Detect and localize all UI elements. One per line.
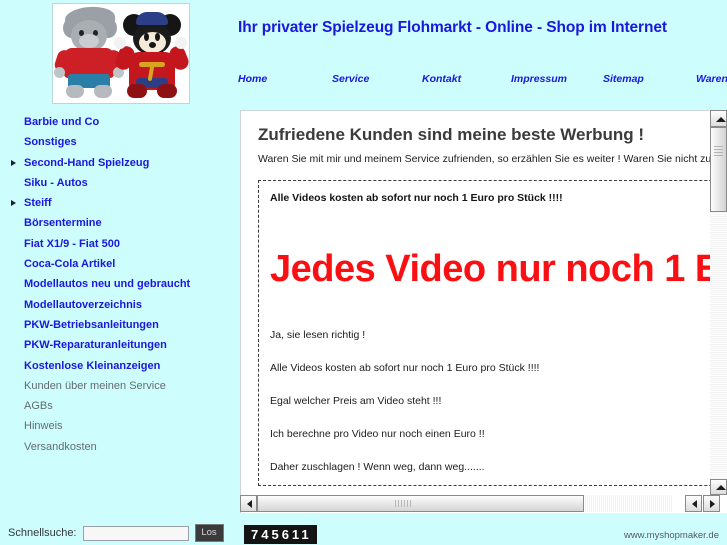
sidebar-item-label: Kunden über meinen Service [24, 379, 166, 392]
sidebar-item-label: Kostenlose Kleinanzeigen [24, 359, 161, 372]
plush-toys-photo [53, 4, 189, 103]
sidebar-item-kostenlose-kleinanzeigen[interactable]: Kostenlose Kleinanzeigen [0, 356, 236, 376]
sidebar-item-label: Hinweis [24, 420, 63, 433]
chevron-left-icon-secondary [692, 500, 697, 508]
promo-line: Alle Videos kosten ab sofort nur noch 1 … [270, 362, 540, 374]
top-navigation: Home Service Kontakt Impressum Sitemap Warenk… [238, 73, 727, 91]
chevron-left-icon [247, 500, 252, 508]
page-header: Ihr privater Spielzeug Flohmarkt - Onlin… [0, 0, 727, 106]
sidebar-item-label: Modellautos neu und gebraucht [24, 278, 191, 291]
sidebar-item-label: AGBs [24, 400, 53, 413]
topnav-item-warenkorb[interactable]: Warenkorb [696, 73, 727, 85]
sidebar-navigation: Barbie und Co Sonstiges Second-Hand Spielz… [0, 112, 236, 512]
sidebar-item-barbie-und-co[interactable]: Barbie und Co [0, 112, 236, 132]
promo-line: Egal welcher Preis am Video steht !!! [270, 395, 442, 407]
sidebar-item-fiat-x1-9-fiat-500[interactable]: Fiat X1/9 - Fiat 500 [0, 234, 236, 254]
search-input[interactable] [82, 525, 189, 541]
scroll-left-button[interactable] [240, 495, 257, 512]
sidebar-item-pkw-reparaturanleitungen[interactable]: PKW-Reparaturanleitungen [0, 335, 236, 355]
scroll-up-button[interactable] [710, 110, 727, 127]
chevron-right-icon [710, 500, 715, 508]
promo-line: Ja, sie lesen richtig ! [270, 329, 366, 341]
sidebar-item-label: Versandkosten [24, 440, 97, 453]
site-title: Ihr privater Spielzeug Flohmarkt - Onlin… [238, 19, 667, 36]
topnav-item-kontakt[interactable]: Kontakt [422, 73, 461, 85]
sidebar-item-modellautos-neu-und-gebraucht[interactable]: Modellautos neu und gebraucht [0, 274, 236, 294]
page-title: Zufriedene Kunden sind meine beste Werbu… [258, 125, 645, 144]
topnav-item-sitemap[interactable]: Sitemap [603, 73, 644, 85]
sidebar-item-coca-cola-artikel[interactable]: Coca-Cola Artikel [0, 254, 236, 274]
sidebar-item-versandkosten[interactable]: Versandkosten [0, 437, 236, 457]
sidebar-item-kunden-ber-meinen-service[interactable]: Kunden über meinen Service [0, 376, 236, 396]
sidebar-item-pkw-betriebsanleitungen[interactable]: PKW-Betriebsanleitungen [0, 315, 236, 335]
vertical-scrollbar[interactable] [710, 110, 727, 512]
sidebar-item-b-rsentermine[interactable]: Börsentermine [0, 213, 236, 233]
sidebar-item-label: Steiff [24, 197, 52, 210]
topnav-item-service[interactable]: Service [332, 73, 369, 85]
topnav-item-impressum[interactable]: Impressum [511, 73, 567, 85]
vertical-scrollbar-thumb[interactable] [710, 127, 727, 212]
scroll-up-button-secondary[interactable] [710, 479, 727, 495]
promo-text-lines: Ja, sie lesen richtig ! Alle Videos koste… [270, 329, 711, 473]
horizontal-scrollbar-thumb[interactable] [257, 495, 584, 512]
content-body: Zufriedene Kunden sind meine beste Werbu… [241, 111, 711, 486]
logo-image [52, 3, 190, 104]
sidebar-item-label: PKW-Reparaturanleitungen [24, 339, 167, 352]
promo-headline: Jedes Video nur noch 1 Euro !!! [270, 248, 711, 290]
scroll-left-button-secondary[interactable] [685, 495, 702, 512]
footer-url: www.myshopmaker.de [623, 530, 719, 541]
visitor-counter: 745611 [244, 525, 317, 544]
horizontal-scrollbar-grip [395, 500, 411, 507]
search-submit-button[interactable]: Los [194, 524, 224, 542]
promo-top-line: Alle Videos kosten ab sofort nur noch 1 … [270, 192, 563, 204]
topnav-item-home[interactable]: Home [238, 73, 267, 85]
sidebar-item-label: Barbie und Co [24, 116, 100, 128]
promo-line: Daher zuschlagen ! Wenn weg, dann weg...… [270, 461, 485, 473]
quick-search: Schnellsuche: Los [8, 524, 224, 542]
sidebar-item-hinweis[interactable]: Hinweis [0, 416, 236, 436]
vertical-scrollbar-grip [714, 146, 723, 156]
horizontal-scrollbar[interactable] [240, 495, 727, 512]
sidebar-item-sonstiges[interactable]: Sonstiges [0, 132, 236, 152]
sidebar-item-label: Fiat X1/9 - Fiat 500 [24, 237, 120, 250]
sidebar-item-label: Modellautoverzeichnis [24, 298, 142, 311]
sidebar-item-second-hand-spielzeug[interactable]: Second-Hand Spielzeug [0, 153, 236, 173]
sidebar-item-modellautoverzeichnis[interactable]: Modellautoverzeichnis [0, 295, 236, 315]
scroll-right-button[interactable] [703, 495, 720, 512]
expand-triangle-icon [11, 159, 16, 166]
sidebar-item-label: Coca-Cola Artikel [24, 258, 116, 271]
sidebar-item-steiff[interactable]: Steiff [0, 193, 236, 213]
chevron-up-icon-secondary [716, 485, 726, 490]
content-scroll-area: Zufriedene Kunden sind meine beste Werbu… [241, 111, 711, 497]
quick-search-label: Schnellsuche: [8, 527, 77, 539]
sidebar-item-label: PKW-Betriebsanleitungen [24, 318, 159, 331]
main-content-pane: Zufriedene Kunden sind meine beste Werbu… [240, 110, 727, 513]
chevron-up-icon [716, 117, 726, 122]
sidebar-item-label: Second-Hand Spielzeug [24, 156, 150, 169]
sidebar-item-label: Börsentermine [24, 217, 102, 230]
page-subtitle: Waren Sie mit mir und meinem Service zuf… [258, 153, 711, 165]
promo-box: Alle Videos kosten ab sofort nur noch 1 … [258, 180, 711, 486]
sidebar-item-label: Sonstiges [24, 136, 77, 149]
sidebar-item-label: Siku - Autos [24, 176, 88, 189]
sidebar-item-siku-autos[interactable]: Siku - Autos [0, 173, 236, 193]
expand-triangle-icon [11, 200, 16, 207]
promo-line: Ich berechne pro Video nur noch einen Eu… [270, 428, 485, 440]
sidebar-item-agbs[interactable]: AGBs [0, 396, 236, 416]
